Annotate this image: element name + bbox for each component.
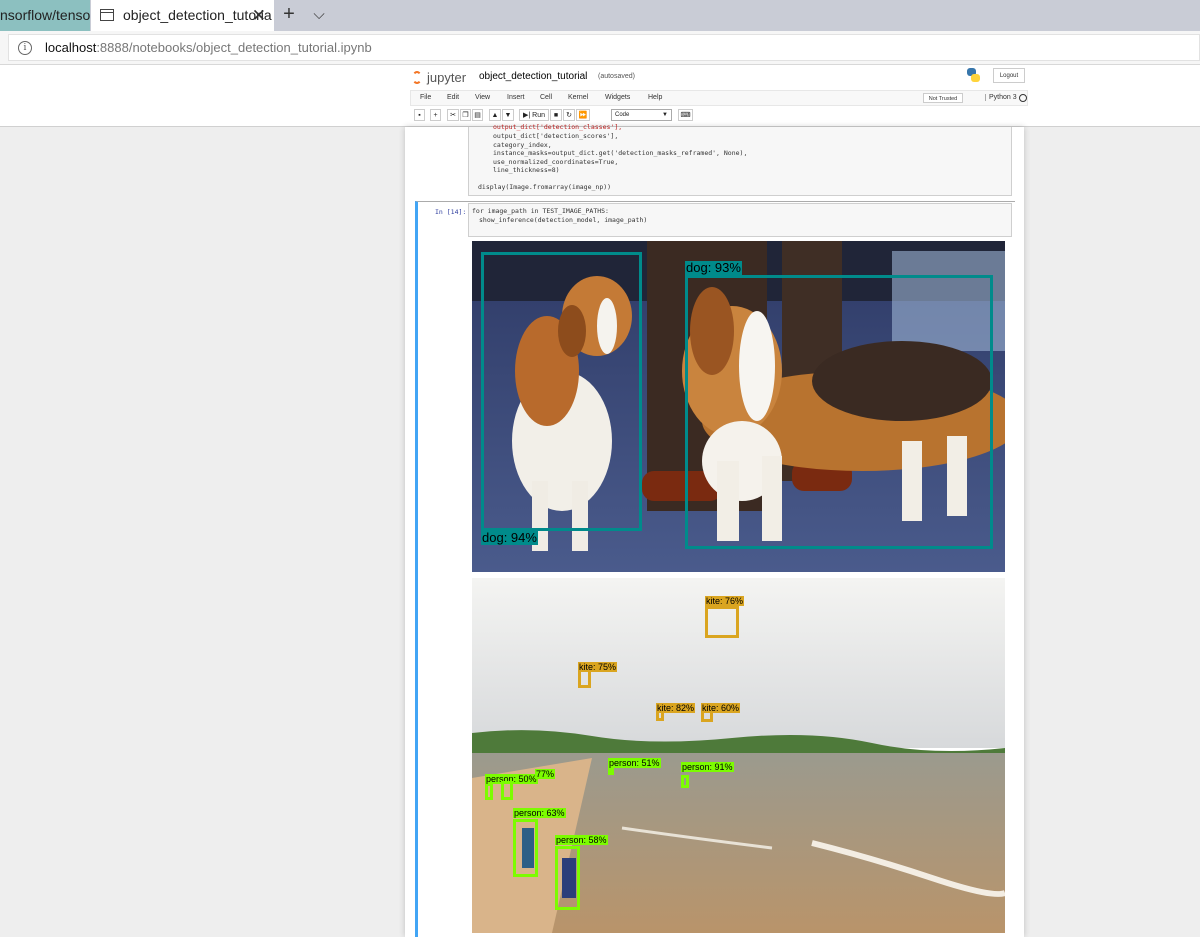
detection-label: kite: 82% bbox=[656, 703, 696, 713]
info-icon[interactable]: i bbox=[18, 41, 32, 55]
keyboard-icon[interactable]: ⌨ bbox=[678, 109, 693, 121]
browser-tab-object-detection[interactable]: object_detection_tutoria ✕ bbox=[91, 0, 274, 31]
menu-insert[interactable]: Insert bbox=[507, 94, 525, 101]
menu-bar: File Edit View Insert Cell Kernel Widget… bbox=[410, 90, 1028, 106]
detection-label: person: 63% bbox=[513, 808, 566, 818]
detection-box bbox=[555, 846, 580, 910]
move-up-icon[interactable]: ▲ bbox=[489, 109, 501, 121]
cut-icon[interactable]: ✂ bbox=[447, 109, 459, 121]
tab-title: object_detection_tutoria bbox=[123, 7, 272, 23]
code-line: show_inference(detection_model, image_pa… bbox=[479, 216, 648, 224]
save-status: (autosaved) bbox=[598, 73, 635, 80]
detection-box bbox=[681, 775, 689, 788]
notebook-toolbar: ▪ + ✂ ❐ ▤ ▲ ▼ ▶| Run ■ ↻ ⏩ Code ▼ ⌨ bbox=[410, 109, 1030, 123]
run-icon: ▶| bbox=[523, 112, 531, 119]
logout-button[interactable]: Logout bbox=[993, 68, 1025, 83]
copy-icon[interactable]: ❐ bbox=[460, 109, 471, 121]
browser-tab-tensorflow[interactable]: nsorflow/tensorf bbox=[0, 0, 90, 31]
menu-cell[interactable]: Cell bbox=[540, 94, 552, 101]
save-icon[interactable]: ▪ bbox=[414, 109, 425, 121]
menu-widgets[interactable]: Widgets bbox=[605, 94, 630, 101]
url-field[interactable]: i localhost:8888/notebooks/object_detect… bbox=[8, 34, 1200, 61]
code-line: output_dict['detection_scores'], bbox=[493, 132, 619, 140]
page-icon bbox=[100, 9, 114, 21]
run-button[interactable]: ▶| Run bbox=[519, 109, 549, 121]
menu-view[interactable]: View bbox=[475, 94, 490, 101]
menu-help[interactable]: Help bbox=[648, 94, 662, 101]
detection-box bbox=[485, 783, 493, 800]
detection-box bbox=[501, 781, 513, 800]
jupyter-header: jupyter object_detection_tutorial (autos… bbox=[0, 65, 1200, 127]
move-down-icon[interactable]: ▼ bbox=[502, 109, 514, 121]
chevron-down-icon: ▼ bbox=[662, 112, 668, 118]
menu-file[interactable]: File bbox=[420, 94, 431, 101]
jupyter-logo[interactable]: jupyter bbox=[412, 70, 472, 86]
detection-box-dog bbox=[481, 252, 642, 531]
menu-kernel[interactable]: Kernel bbox=[568, 94, 588, 101]
insert-cell-icon[interactable]: + bbox=[430, 109, 441, 121]
kernel-name: Python 3 bbox=[985, 94, 1017, 101]
detection-label: person: 51% bbox=[608, 758, 661, 768]
url-text[interactable]: localhost:8888/notebooks/object_detectio… bbox=[45, 40, 372, 55]
menu-edit[interactable]: Edit bbox=[447, 94, 459, 101]
code-line: instance_masks=output_dict.get('detectio… bbox=[493, 149, 748, 157]
browser-tab-bar: nsorflow/tensorf object_detection_tutori… bbox=[0, 0, 1200, 31]
detection-label: person: 58% bbox=[555, 835, 608, 845]
detection-label: kite: 75% bbox=[578, 662, 618, 672]
code-line: for image_path in TEST_IMAGE_PATHS: bbox=[472, 207, 609, 215]
address-bar: i localhost:8888/notebooks/object_detect… bbox=[0, 31, 1200, 65]
detection-box bbox=[513, 819, 538, 877]
jupyter-logo-icon bbox=[412, 71, 422, 84]
output-image-dogs: dog: 94% dog: 93% bbox=[472, 241, 1005, 572]
code-line: output_dict['detection_classes'], bbox=[493, 123, 623, 131]
close-icon[interactable]: ✕ bbox=[252, 0, 266, 31]
detection-label: dog: 94% bbox=[481, 530, 538, 545]
cell-type-select[interactable]: Code ▼ bbox=[611, 109, 672, 121]
restart-run-all-icon[interactable]: ⏩ bbox=[576, 109, 590, 121]
output-image-beach: kite: 76% kite: 75% kite: 82% kite: 60% pers… bbox=[472, 578, 1005, 933]
code-line: category_index, bbox=[493, 141, 552, 149]
paste-icon[interactable]: ▤ bbox=[472, 109, 483, 121]
detection-box bbox=[705, 606, 739, 638]
tab-title: nsorflow/tensorf bbox=[0, 7, 90, 23]
tab-list-button[interactable]: ⌵ bbox=[304, 0, 334, 31]
detection-label: kite: 60% bbox=[701, 703, 741, 713]
restart-icon[interactable]: ↻ bbox=[563, 109, 575, 121]
current-code-cell[interactable]: for image_path in TEST_IMAGE_PATHS: show… bbox=[468, 203, 1012, 237]
detection-label: kite: 76% bbox=[705, 596, 745, 606]
previous-code-cell[interactable]: output_dict['detection_classes'], output… bbox=[468, 123, 1012, 196]
detection-label: dog: 93% bbox=[685, 260, 742, 275]
notebook-name[interactable]: object_detection_tutorial bbox=[479, 71, 587, 82]
code-line: line_thickness=8) bbox=[493, 166, 560, 174]
code-line: use_normalized_coordinates=True, bbox=[493, 158, 619, 166]
kernel-status-icon bbox=[1019, 94, 1027, 102]
trust-status-button[interactable]: Not Trusted bbox=[923, 93, 963, 103]
code-line: display(Image.fromarray(image_np)) bbox=[478, 183, 612, 191]
new-tab-button[interactable]: + bbox=[274, 0, 304, 31]
python-logo-icon bbox=[966, 68, 980, 82]
detection-label: 77% bbox=[535, 769, 556, 779]
detection-label: person: 91% bbox=[681, 762, 734, 772]
cell-prompt: In [14]: bbox=[435, 208, 467, 216]
stop-icon[interactable]: ■ bbox=[550, 109, 562, 121]
detection-box-dog bbox=[685, 275, 993, 549]
